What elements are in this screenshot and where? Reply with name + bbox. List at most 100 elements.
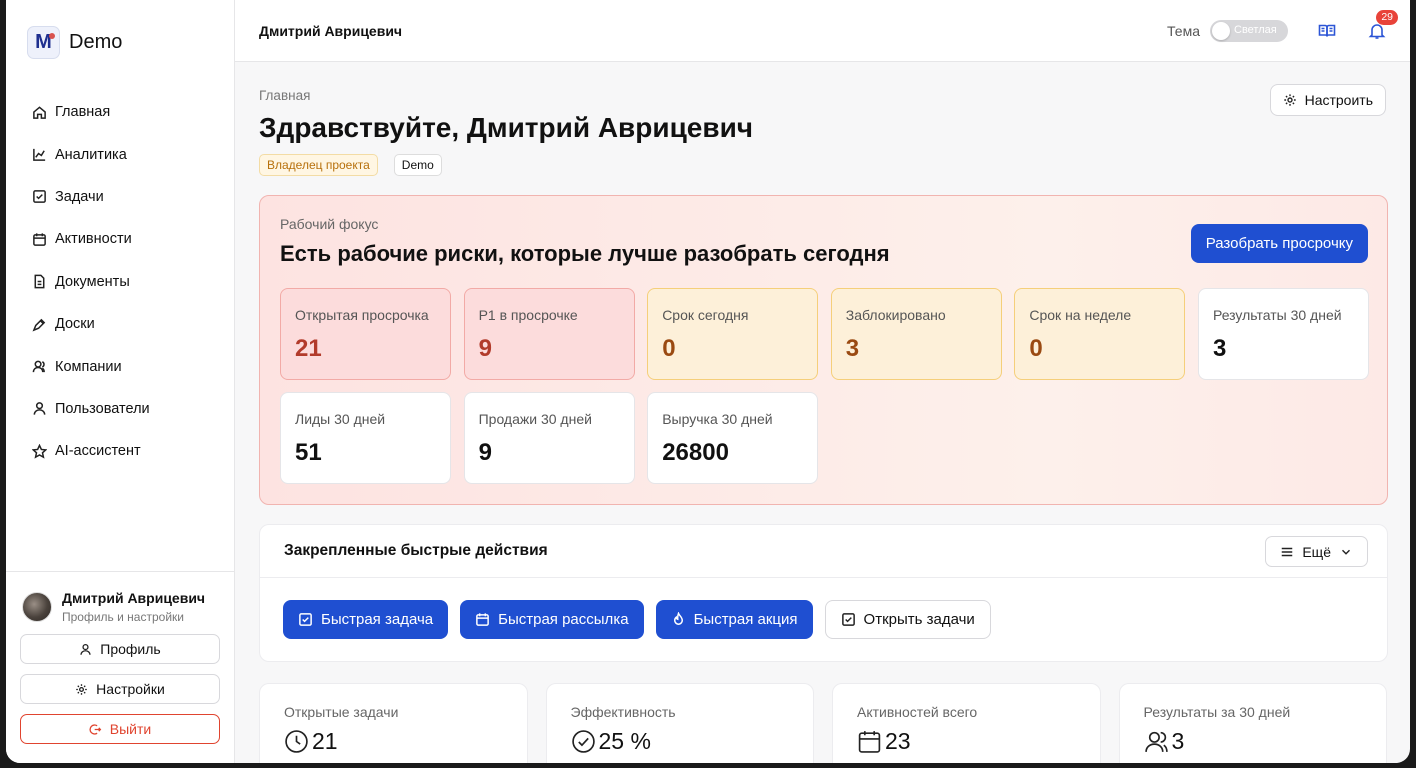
metric-value: 51 bbox=[295, 439, 322, 466]
metric-card-due-today[interactable]: Срок сегодня 0 bbox=[647, 288, 819, 380]
stat-card-open-tasks[interactable]: Открытые задачи 21 bbox=[259, 683, 528, 763]
theme-toggle-value: Светлая bbox=[1234, 24, 1277, 36]
logo: M bbox=[27, 26, 60, 59]
quick-actions-title: Закрепленные быстрые действия bbox=[284, 542, 548, 559]
sidebar-item-tasks[interactable]: Задачи bbox=[30, 176, 220, 218]
metric-label: Заблокировано bbox=[845, 307, 946, 323]
stat-card-activities[interactable]: Активностей всего 23 bbox=[832, 683, 1101, 763]
open-tasks-button[interactable]: Открыть задачи bbox=[824, 600, 991, 639]
settings-button[interactable]: Настройки bbox=[20, 674, 220, 704]
sidebar-user[interactable]: Дмитрий Аврицевич Профиль и настройки bbox=[22, 590, 220, 624]
sidebar-item-label: Пользователи bbox=[55, 400, 150, 417]
quick-task-button[interactable]: Быстрая задача bbox=[283, 600, 449, 639]
calendar-icon bbox=[476, 613, 489, 626]
clock-icon bbox=[285, 730, 308, 753]
metric-value: 3 bbox=[845, 335, 860, 362]
metric-card-due-week[interactable]: Срок на неделе 0 bbox=[1014, 288, 1186, 380]
user-icon bbox=[30, 400, 48, 418]
review-overdue-button[interactable]: Разобрать просрочку bbox=[1190, 224, 1368, 263]
avatar bbox=[22, 592, 52, 622]
page-title: Здравствуйте, Дмитрий Аврицевич bbox=[259, 112, 754, 143]
main: Дмитрий Аврицевич Тема Светлая 29 Главна… bbox=[235, 0, 1410, 763]
quick-mailing-button[interactable]: Быстрая рассылка bbox=[460, 600, 644, 639]
metric-card-leads-30d[interactable]: Лиды 30 дней 51 bbox=[280, 392, 451, 484]
sidebar-item-label: Компании bbox=[55, 358, 122, 375]
sidebar-item-analytics[interactable]: Аналитика bbox=[30, 133, 220, 175]
document-icon bbox=[30, 273, 48, 291]
sidebar-item-boards[interactable]: Доски bbox=[30, 303, 220, 345]
sidebar-item-label: Аналитика bbox=[55, 146, 127, 163]
metric-label: P1 в просрочке bbox=[478, 307, 578, 323]
theme-toggle[interactable]: Светлая bbox=[1210, 20, 1288, 42]
project-tag: Demo bbox=[393, 154, 442, 176]
docs-button[interactable] bbox=[1316, 20, 1338, 42]
gear-icon bbox=[1283, 94, 1296, 106]
metric-card-overdue[interactable]: Открытая просрочка 21 bbox=[280, 288, 451, 380]
customize-button-label: Настроить bbox=[1304, 92, 1373, 108]
stat-label: Открытые задачи bbox=[284, 704, 399, 720]
topbar-controls: Тема Светлая 29 bbox=[1167, 0, 1398, 62]
sidebar-item-companies[interactable]: Компании bbox=[30, 345, 220, 387]
sidebar-item-users[interactable]: Пользователи bbox=[30, 388, 220, 430]
check-circle-icon bbox=[571, 730, 595, 753]
quick-promo-button[interactable]: Быстрая акция bbox=[655, 600, 813, 639]
topbar-user-name: Дмитрий Аврицевич bbox=[259, 22, 403, 39]
metric-label: Продажи 30 дней bbox=[478, 411, 592, 427]
toggle-knob bbox=[1212, 22, 1230, 40]
stat-card-efficiency[interactable]: Эффективность 25 % bbox=[545, 683, 814, 763]
sidebar-item-activities[interactable]: Активности bbox=[30, 218, 220, 260]
metric-card-revenue-30d[interactable]: Выручка 30 дней 26800 bbox=[647, 392, 819, 484]
sidebar-item-label: Доски bbox=[55, 316, 95, 333]
metric-card-results-30d[interactable]: Результаты 30 дней 3 bbox=[1197, 288, 1369, 380]
metric-value: 9 bbox=[478, 335, 492, 362]
sidebar-item-label: Задачи bbox=[55, 188, 104, 205]
sidebar-item-label: AI-ассистент bbox=[55, 443, 141, 460]
metric-value: 0 bbox=[662, 335, 676, 362]
sidebar-item-home[interactable]: Главная bbox=[30, 91, 220, 133]
quick-mailing-label: Быстрая рассылка bbox=[498, 611, 629, 628]
metric-card-blocked[interactable]: Заблокировано 3 bbox=[830, 288, 1002, 380]
stat-value: 25 % bbox=[598, 728, 651, 754]
metric-value: 0 bbox=[1029, 335, 1043, 362]
chevron-down-icon bbox=[1342, 549, 1350, 555]
metric-label: Лиды 30 дней bbox=[295, 411, 386, 427]
menu-icon bbox=[1282, 547, 1293, 556]
logout-button[interactable]: Выйти bbox=[20, 714, 220, 744]
metric-card-p1-overdue[interactable]: P1 в просрочке 9 bbox=[463, 288, 635, 380]
brand[interactable]: M Demo bbox=[27, 26, 122, 59]
stat-label: Эффективность bbox=[570, 704, 676, 720]
book-icon bbox=[1318, 24, 1336, 37]
checkbox-icon bbox=[299, 613, 312, 626]
breadcrumb[interactable]: Главная bbox=[259, 88, 1386, 103]
flame-icon bbox=[673, 612, 683, 625]
stat-label: Активностей всего bbox=[857, 704, 978, 720]
profile-button[interactable]: Профиль bbox=[20, 634, 220, 664]
quick-actions-list: Быстрая задача Быстрая рассылка Быстрая … bbox=[260, 578, 1387, 639]
metric-card-sales-30d[interactable]: Продажи 30 дней 9 bbox=[463, 392, 635, 484]
role-tag: Владелец проекта bbox=[259, 154, 378, 176]
stats-row: Открытые задачи 21 Эффективность 25 % Ак… bbox=[259, 683, 1387, 763]
sidebar-item-documents[interactable]: Документы bbox=[30, 261, 220, 303]
stat-value: 23 bbox=[885, 728, 911, 754]
chart-icon bbox=[30, 146, 48, 164]
checkbox-icon bbox=[841, 613, 855, 626]
sidebar-item-label: Активности bbox=[55, 231, 132, 248]
metric-value: 26800 bbox=[662, 439, 729, 466]
sidebar-user-subtitle: Профиль и настройки bbox=[62, 610, 184, 624]
more-button[interactable]: Ещё bbox=[1265, 536, 1368, 567]
stat-card-results[interactable]: Результаты за 30 дней 3 bbox=[1118, 683, 1387, 763]
notifications-button[interactable]: 29 bbox=[1366, 10, 1398, 42]
quick-actions-header: Закрепленные быстрые действия Ещё bbox=[260, 525, 1387, 578]
topbar: Дмитрий Аврицевич Тема Светлая 29 bbox=[235, 0, 1410, 62]
quick-promo-label: Быстрая акция bbox=[693, 611, 798, 628]
metric-value: 21 bbox=[295, 335, 322, 362]
checkbox-icon bbox=[30, 188, 48, 206]
dashboard-content: Главная Здравствуйте, Дмитрий Аврицевич … bbox=[259, 62, 1388, 763]
stat-value: 3 bbox=[1171, 728, 1185, 754]
metric-label: Выручка 30 дней bbox=[662, 411, 773, 427]
customize-button[interactable]: Настроить bbox=[1269, 84, 1386, 116]
calendar-icon bbox=[858, 731, 881, 753]
sidebar-item-ai-assistant[interactable]: AI-ассистент bbox=[30, 430, 220, 472]
calendar-icon bbox=[30, 230, 48, 248]
users-icon bbox=[1144, 731, 1168, 752]
